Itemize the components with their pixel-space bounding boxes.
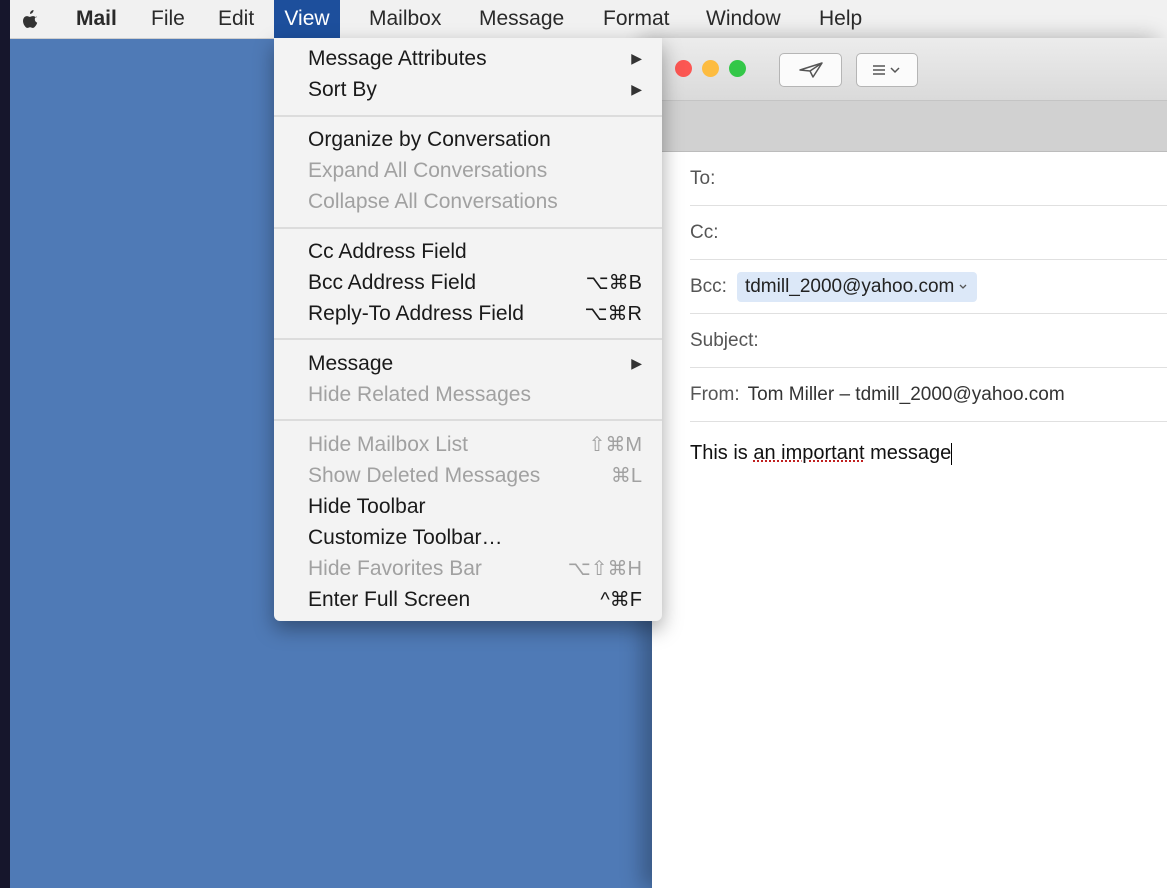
cc-label: Cc: [690, 221, 719, 243]
desktop: Mail File Edit View Mailbox Message Form… [10, 0, 1167, 888]
menu-item-label: Hide Favorites Bar [308, 556, 482, 580]
menu-item-label: Show Deleted Messages [308, 463, 541, 487]
menu-item-shortcut: ⌥⌘B [585, 272, 642, 294]
cc-field[interactable]: Cc: [690, 206, 1167, 260]
message-body[interactable]: This is an important message [690, 442, 953, 465]
menu-item-bcc-address-field[interactable]: Bcc Address Field ⌥⌘B [308, 267, 642, 298]
menu-file[interactable]: File [141, 0, 195, 38]
menu-item-label: Bcc Address Field [308, 270, 477, 294]
chevron-down-icon [959, 284, 967, 289]
menu-item-label: Hide Mailbox List [308, 432, 468, 456]
submenu-arrow-icon: ▶ [631, 81, 642, 97]
apple-icon[interactable] [22, 10, 38, 28]
submenu-arrow-icon: ▶ [631, 50, 642, 66]
compose-window: To: Cc: Bcc: tdmill_2000@yahoo.com Subje… [652, 38, 1167, 888]
menu-item-label: Organize by Conversation [308, 127, 551, 151]
menu-item-label: Message Attributes [308, 46, 487, 70]
text-cursor [951, 442, 953, 465]
menu-mail[interactable]: Mail [66, 0, 127, 38]
menu-item-shortcut: ⌘L [610, 465, 642, 487]
menu-item-label: Customize Toolbar… [308, 525, 503, 549]
menu-message[interactable]: Message [469, 0, 574, 38]
menu-item-label: Cc Address Field [308, 239, 467, 263]
from-label: From: [690, 383, 740, 405]
bcc-address: tdmill_2000@yahoo.com [744, 275, 955, 297]
menu-edit[interactable]: Edit [208, 0, 264, 38]
menu-separator [274, 338, 662, 340]
menu-item-reply-to-address-field[interactable]: Reply-To Address Field ⌥⌘R [308, 298, 642, 329]
menu-item-label: Expand All Conversations [308, 158, 548, 182]
menu-mailbox[interactable]: Mailbox [359, 0, 451, 38]
to-field[interactable]: To: [690, 152, 1167, 206]
menu-item-expand-all-conversations: Expand All Conversations [308, 155, 642, 186]
menu-item-label: Reply-To Address Field [308, 301, 524, 325]
menu-item-organize-by-conversation[interactable]: Organize by Conversation [308, 124, 642, 155]
menu-item-label: Hide Toolbar [308, 494, 426, 518]
menu-bar: Mail File Edit View Mailbox Message Form… [10, 0, 1167, 39]
menu-item-shortcut: ⌥⌘R [584, 303, 643, 325]
format-list-icon [873, 65, 900, 75]
menu-item-sort-by[interactable]: Sort By ▶ [308, 74, 642, 105]
minimize-button[interactable] [702, 60, 719, 77]
send-icon [798, 62, 823, 78]
format-button[interactable] [856, 53, 918, 87]
menu-item-hide-favorites-bar: Hide Favorites Bar ⌥⇧⌘H [308, 553, 642, 584]
zoom-button[interactable] [729, 60, 746, 77]
bcc-field[interactable]: Bcc: tdmill_2000@yahoo.com [690, 260, 1167, 314]
menu-window[interactable]: Window [696, 0, 791, 38]
menu-item-shortcut: ⇧⌘M [588, 434, 642, 456]
menu-separator [274, 115, 662, 117]
menu-item-label: Sort By [308, 77, 377, 101]
menu-separator [274, 419, 662, 421]
menu-item-collapse-all-conversations: Collapse All Conversations [308, 186, 642, 217]
body-text-prefix: This is [690, 442, 754, 464]
menu-item-enter-full-screen[interactable]: Enter Full Screen ^⌘F [308, 584, 642, 615]
menu-separator [274, 227, 662, 229]
from-field[interactable]: From: Tom Miller – tdmill_2000@yahoo.com [690, 368, 1167, 422]
subject-label: Subject: [690, 329, 759, 351]
window-toolbar [652, 38, 1167, 101]
menu-view[interactable]: View [274, 0, 340, 38]
tab-strip [652, 101, 1167, 152]
bcc-address-token[interactable]: tdmill_2000@yahoo.com [736, 271, 978, 302]
menu-item-shortcut: ⌥⇧⌘H [567, 558, 642, 580]
menu-item-hide-related-messages: Hide Related Messages [308, 379, 642, 410]
menu-item-shortcut: ^⌘F [600, 589, 642, 611]
submenu-arrow-icon: ▶ [631, 355, 642, 371]
menu-item-customize-toolbar[interactable]: Customize Toolbar… [308, 522, 642, 553]
body-text-suffix: message [864, 442, 952, 464]
to-label: To: [690, 167, 716, 189]
menu-item-hide-mailbox-list: Hide Mailbox List ⇧⌘M [308, 429, 642, 460]
send-button[interactable] [779, 53, 842, 87]
view-menu-dropdown: Message Attributes ▶ Sort By ▶ Organize … [274, 38, 662, 621]
menu-item-message[interactable]: Message ▶ [308, 348, 642, 379]
menu-item-hide-toolbar[interactable]: Hide Toolbar [308, 491, 642, 522]
menu-item-label: Hide Related Messages [308, 382, 531, 406]
body-text-spellcheck: an important [753, 442, 865, 464]
menu-item-show-deleted-messages: Show Deleted Messages ⌘L [308, 460, 642, 491]
bcc-label: Bcc: [690, 275, 727, 297]
from-value: Tom Miller – tdmill_2000@yahoo.com [747, 383, 1065, 405]
subject-field[interactable]: Subject: [690, 314, 1167, 368]
menu-help[interactable]: Help [809, 0, 872, 38]
menu-format[interactable]: Format [593, 0, 680, 38]
menu-item-label: Collapse All Conversations [308, 189, 558, 213]
menu-item-label: Enter Full Screen [308, 587, 471, 611]
close-button[interactable] [675, 60, 692, 77]
menu-item-label: Message [308, 351, 394, 375]
menu-item-message-attributes[interactable]: Message Attributes ▶ [308, 43, 642, 74]
menu-item-cc-address-field[interactable]: Cc Address Field [308, 236, 642, 267]
